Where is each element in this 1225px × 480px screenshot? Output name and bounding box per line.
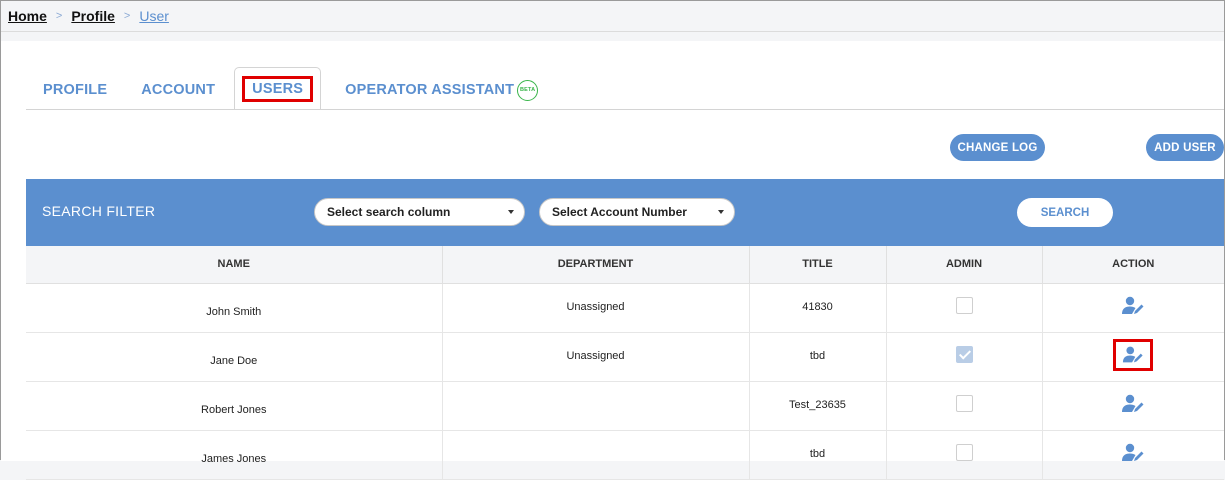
add-user-button[interactable]: ADD USER bbox=[1146, 134, 1224, 161]
cell-department: Unassigned bbox=[442, 283, 750, 333]
cell-admin bbox=[886, 381, 1043, 431]
cell-department bbox=[442, 381, 750, 431]
tab-label: USERS bbox=[242, 75, 314, 102]
breadcrumb: Home > Profile > User bbox=[1, 1, 1224, 32]
tab-users[interactable]: USERS bbox=[234, 67, 322, 109]
table-row: James Jones tbd bbox=[26, 430, 1224, 480]
cell-name: Robert Jones bbox=[26, 381, 443, 431]
tab-profile[interactable]: PROFILE bbox=[26, 71, 124, 109]
main-content: PROFILE ACCOUNT USERS OPERATOR ASSISTANT… bbox=[1, 41, 1224, 480]
table-header-row: NAME DEPARTMENT TITLE ADMIN ACTION bbox=[26, 246, 1224, 284]
users-table: NAME DEPARTMENT TITLE ADMIN ACTION John … bbox=[26, 246, 1224, 480]
table-row: Jane Doe Unassigned tbd bbox=[26, 332, 1224, 382]
admin-checkbox[interactable] bbox=[955, 297, 973, 314]
cell-department: Unassigned bbox=[442, 332, 750, 382]
tab-account[interactable]: ACCOUNT bbox=[124, 71, 232, 109]
caret-down-icon bbox=[718, 210, 724, 214]
tab-label: PROFILE bbox=[43, 82, 108, 98]
breadcrumb-home[interactable]: Home bbox=[8, 8, 47, 24]
select-value: Select search column bbox=[327, 205, 451, 219]
beta-badge: BETA bbox=[517, 79, 539, 101]
edit-user-icon[interactable] bbox=[1121, 296, 1145, 316]
cell-name: James Jones bbox=[26, 430, 443, 480]
admin-checkbox[interactable] bbox=[955, 395, 973, 412]
admin-checkbox[interactable] bbox=[955, 444, 973, 461]
table-row: Robert Jones Test_23635 bbox=[26, 381, 1224, 431]
account-number-select[interactable]: Select Account Number bbox=[539, 198, 735, 226]
cell-admin bbox=[886, 332, 1043, 382]
cell-department bbox=[442, 430, 750, 480]
header-action: ACTION bbox=[1042, 246, 1224, 284]
cell-action bbox=[1042, 283, 1224, 333]
admin-checkbox[interactable] bbox=[955, 346, 973, 363]
cell-action bbox=[1042, 332, 1224, 382]
edit-user-icon[interactable] bbox=[1113, 338, 1154, 371]
select-value: Select Account Number bbox=[552, 205, 687, 219]
table-row: John Smith Unassigned 41830 bbox=[26, 283, 1224, 333]
cell-title: tbd bbox=[749, 332, 887, 382]
breadcrumb-profile[interactable]: Profile bbox=[71, 8, 115, 24]
tab-label: OPERATOR ASSISTANT bbox=[345, 82, 515, 98]
tab-bar: PROFILE ACCOUNT USERS OPERATOR ASSISTANT… bbox=[26, 67, 555, 109]
search-button[interactable]: SEARCH bbox=[1017, 198, 1113, 227]
header-department[interactable]: DEPARTMENT bbox=[442, 246, 750, 284]
cell-title: tbd bbox=[749, 430, 887, 480]
header-admin[interactable]: ADMIN bbox=[886, 246, 1043, 284]
cell-title: Test_23635 bbox=[749, 381, 887, 431]
caret-down-icon bbox=[508, 210, 514, 214]
edit-user-icon[interactable] bbox=[1121, 394, 1145, 414]
cell-admin bbox=[886, 283, 1043, 333]
header-title[interactable]: TITLE bbox=[749, 246, 887, 284]
cell-action bbox=[1042, 381, 1224, 431]
search-column-select[interactable]: Select search column bbox=[314, 198, 525, 226]
breadcrumb-user[interactable]: User bbox=[139, 8, 169, 24]
search-filter-bar: SEARCH FILTER Select search column Selec… bbox=[26, 179, 1224, 246]
search-filter-title: SEARCH FILTER bbox=[42, 203, 156, 219]
tab-operator-assistant[interactable]: OPERATOR ASSISTANT BETA bbox=[328, 71, 555, 109]
users-panel: CHANGE LOG ADD USER SEARCH FILTER Select… bbox=[26, 109, 1224, 480]
cell-admin bbox=[886, 430, 1043, 480]
tab-label: ACCOUNT bbox=[141, 82, 216, 98]
cell-name: Jane Doe bbox=[26, 332, 443, 382]
breadcrumb-separator: > bbox=[123, 10, 131, 22]
change-log-button[interactable]: CHANGE LOG bbox=[950, 134, 1045, 161]
cell-action bbox=[1042, 430, 1224, 480]
header-name[interactable]: NAME bbox=[26, 246, 443, 284]
cell-title: 41830 bbox=[749, 283, 887, 333]
cell-name: John Smith bbox=[26, 283, 443, 333]
breadcrumb-separator: > bbox=[55, 10, 63, 22]
